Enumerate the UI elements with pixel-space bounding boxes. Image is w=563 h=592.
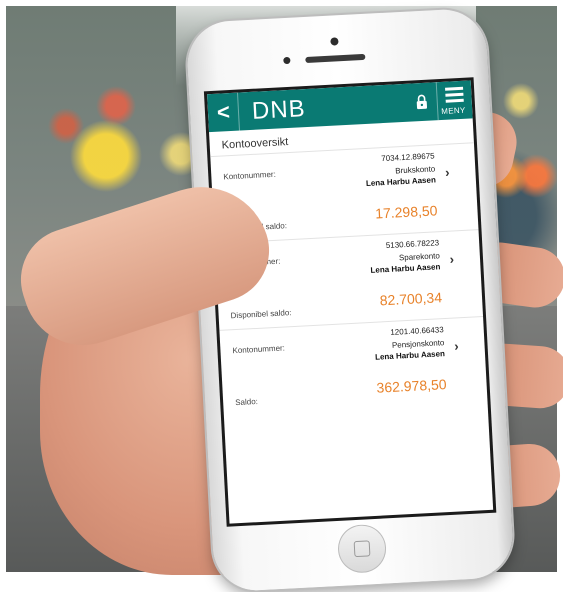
menu-button[interactable]: MENY — [435, 80, 473, 121]
phone: < DNB MENY Kontooversikt Kontonummer: 70… — [185, 7, 515, 592]
balance-value: 362.978,50 — [376, 376, 447, 396]
chevron-right-icon[interactable]: › — [445, 165, 450, 180]
balance-value: 82.700,34 — [379, 289, 443, 309]
home-square-icon — [353, 540, 371, 558]
chevron-right-icon[interactable]: › — [449, 252, 454, 267]
balance-label: Disponibel saldo: — [230, 308, 292, 321]
earpiece-speaker — [305, 53, 366, 64]
home-button[interactable] — [336, 523, 388, 574]
account-owner: Lena Harbu Aasen — [374, 349, 446, 362]
account-number: 7034.12.89675 — [381, 151, 435, 164]
phone-screen: < DNB MENY Kontooversikt Kontonummer: 70… — [207, 80, 494, 524]
back-icon: < — [216, 99, 231, 125]
account-owner: Lena Harbu Aasen — [365, 175, 437, 188]
account-type: Brukskonto — [395, 164, 436, 176]
menu-label: MENY — [441, 105, 466, 116]
front-sensor — [330, 37, 339, 46]
balance-value: 17.298,50 — [374, 202, 438, 222]
account-number-label: Kontonummer: — [232, 343, 286, 356]
chevron-right-icon[interactable]: › — [454, 338, 459, 353]
dnb-logo: DNB — [251, 95, 307, 125]
account-owner: Lena Harbu Aasen — [370, 262, 441, 275]
menu-icon — [445, 86, 464, 103]
lock-icon[interactable] — [415, 94, 428, 111]
back-button[interactable]: < — [207, 92, 240, 133]
front-camera — [283, 56, 291, 65]
account-number-label: Kontonummer: — [223, 169, 277, 182]
account-number: 1201.40.66433 — [390, 325, 444, 337]
account-row[interactable]: Kontonummer: 1201.40.66433 Pensjonskonto… — [219, 316, 488, 417]
account-type: Sparekonto — [398, 251, 441, 263]
account-type: Pensjonskonto — [391, 338, 445, 350]
account-number: 5130.66.78223 — [385, 238, 440, 251]
balance-label: Saldo: — [234, 396, 259, 408]
